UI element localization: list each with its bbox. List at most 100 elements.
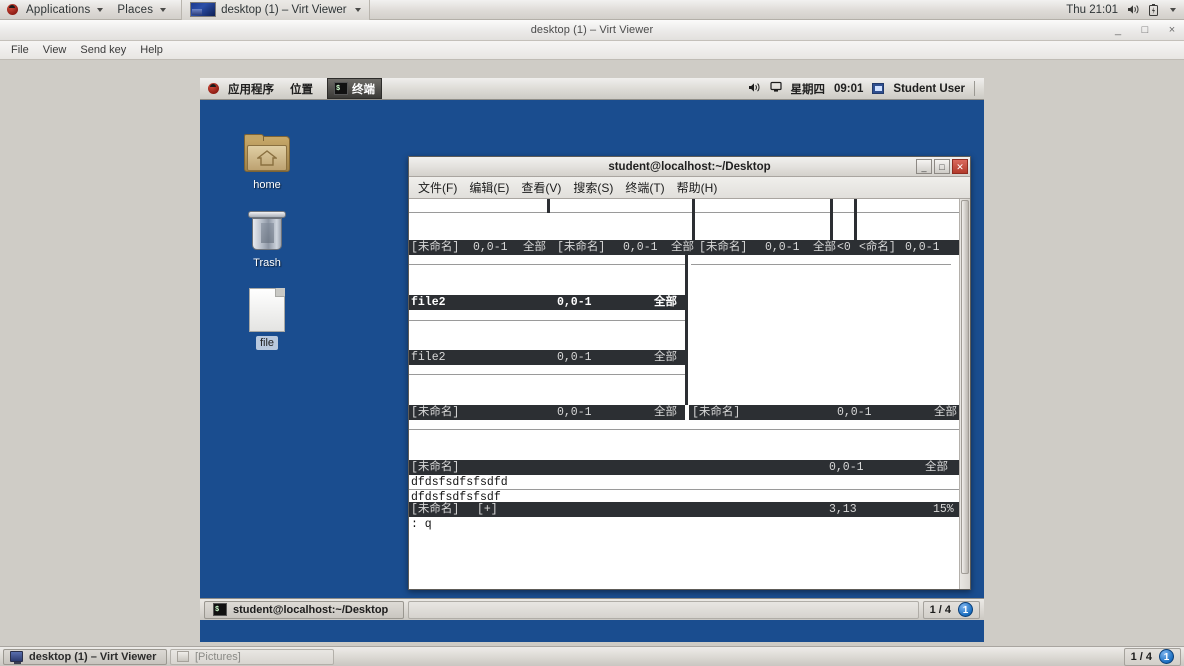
host-status-area: Thu 21:01: [1066, 3, 1184, 16]
vim-tilde-line: [409, 445, 959, 460]
home-folder-icon: [244, 134, 290, 174]
guest-taskbar-item-terminal[interactable]: $ student@localhost:~/Desktop: [204, 600, 404, 619]
menu-send-key[interactable]: Send key: [73, 41, 133, 60]
menu-view[interactable]: View: [36, 41, 74, 60]
vim-tilde-line: [409, 321, 685, 336]
desktop-icon-home[interactable]: home: [230, 134, 304, 192]
scrollbar-thumb[interactable]: [961, 200, 969, 575]
host-clock[interactable]: Thu 21:01: [1066, 4, 1118, 16]
vim-tilde-line: [691, 370, 951, 385]
vim-status-name: [未命名]: [699, 241, 748, 254]
minimize-button[interactable]: _: [916, 159, 932, 174]
vim-tilde-line: [691, 385, 951, 400]
vim-status-view: 全部: [654, 351, 677, 364]
guest-taskbar-empty-area: [408, 600, 919, 619]
host-taskbar-item-pictures[interactable]: [Pictures]: [170, 648, 334, 665]
volume-icon[interactable]: [1127, 4, 1140, 15]
close-button[interactable]: ✕: [952, 159, 968, 174]
terminal-menu-view[interactable]: 查看(V): [515, 177, 567, 199]
host-top-panel: Applications Places desktop (1) – Virt V…: [0, 0, 1184, 20]
desktop-icon-trash[interactable]: Trash: [230, 210, 304, 270]
battery-icon[interactable]: [1149, 3, 1158, 16]
terminal-menu-search[interactable]: 搜索(S): [567, 177, 619, 199]
terminal-menu-help[interactable]: 帮助(H): [671, 177, 724, 199]
desktop-icon-file-label: file: [255, 336, 279, 350]
maximize-button[interactable]: □: [934, 159, 950, 174]
vim-status-name: [未命名]: [692, 406, 741, 419]
guest-task-button-terminal[interactable]: $ 终端: [327, 78, 382, 99]
terminal-titlebar[interactable]: student@localhost:~/Desktop _ □ ✕: [409, 157, 970, 177]
fedora-logo-icon: [208, 83, 219, 94]
terminal-menu-file[interactable]: 文件(F): [412, 177, 463, 199]
guest-clock-time[interactable]: 09:01: [834, 83, 863, 95]
vim-statusline-lower-left: [未命名] 0,0-1 全部: [409, 405, 685, 420]
host-places-menu[interactable]: Places: [110, 0, 173, 20]
vim-tilde-line: [691, 325, 951, 340]
menu-help[interactable]: Help: [133, 41, 170, 60]
vim-status-position: 3,13: [829, 503, 857, 516]
vim-status-name: file2: [411, 351, 446, 364]
host-workspace-switcher[interactable]: 1 / 4 1: [1123, 647, 1181, 666]
vim-editor[interactable]: [未命名] 0,0-1 全部 [未命名] 0,0-1 全部 [未命名] 0,0-…: [409, 199, 959, 589]
vim-status-name: [未命名]: [411, 406, 460, 419]
house-glyph-icon: [257, 150, 277, 166]
menu-file[interactable]: File: [4, 41, 36, 60]
guest-top-panel: 应用程序 位置 $ 终端 星期四 09:01 Student User: [200, 78, 984, 100]
host-taskbar-item-virt-viewer[interactable]: desktop (1) – Virt Viewer: [3, 648, 167, 665]
guest-taskbar: $ student@localhost:~/Desktop 1 / 4 1: [200, 598, 984, 620]
vim-status-view: 全部: [934, 406, 957, 419]
terminal-menu-terminal[interactable]: 终端(T): [619, 177, 670, 199]
terminal-title: student@localhost:~/Desktop: [608, 160, 771, 173]
vim-status-position: 0,0-1: [905, 241, 940, 254]
minimize-button[interactable]: _: [1111, 20, 1125, 41]
guest-desktop-surface[interactable]: home Trash file student@localhost:~/Desk…: [200, 100, 984, 620]
volume-icon[interactable]: [748, 82, 761, 96]
guest-user-label[interactable]: Student User: [893, 83, 965, 95]
vim-status-position: 0,0-1: [557, 406, 592, 419]
picture-icon: [177, 651, 189, 662]
vim-status-view: 全部: [671, 241, 694, 254]
vim-window-text-buffer[interactable]: dfdsfsdfsfsdfd dfdsfsdfsfsdf: [409, 475, 959, 505]
guest-workspace-count: 1 / 4: [929, 603, 951, 616]
virt-viewer-titlebar[interactable]: desktop (1) – Virt Viewer _ □ ×: [0, 20, 1184, 41]
chevron-down-icon: [97, 7, 104, 12]
terminal-icon: $: [213, 603, 227, 616]
guest-places-menu[interactable]: 位置: [282, 81, 321, 97]
virt-viewer-title: desktop (1) – Virt Viewer: [530, 24, 654, 36]
monitor-icon: [10, 651, 23, 664]
guest-clock-day: 星期四: [790, 83, 826, 96]
terminal-scrollbar[interactable]: [959, 199, 970, 589]
vim-status-name: <命名]: [859, 241, 896, 254]
vim-window-right-tall: [691, 255, 951, 405]
chevron-down-icon[interactable]: [1170, 7, 1176, 12]
guest-task-button-label: 终端: [352, 83, 375, 96]
vim-command-line[interactable]: : q: [409, 517, 948, 533]
display-icon[interactable]: [769, 81, 782, 96]
guest-applications-menu[interactable]: 应用程序: [200, 81, 282, 97]
host-applications-menu[interactable]: Applications: [0, 0, 110, 20]
vim-tilde-line: [409, 336, 685, 351]
close-button[interactable]: ×: [1165, 20, 1179, 41]
vim-tilde-line: [691, 265, 951, 280]
maximize-button[interactable]: □: [1138, 20, 1152, 41]
chevron-down-icon: [160, 7, 167, 12]
vim-tilde-line: [409, 213, 959, 228]
terminal-menu-edit[interactable]: 编辑(E): [463, 177, 515, 199]
desktop-icon-home-label: home: [253, 179, 281, 191]
desktop-icon-file[interactable]: file: [230, 288, 304, 350]
host-workspace-count: 1 / 4: [1130, 650, 1152, 663]
terminal-icon: $: [334, 82, 348, 95]
vim-status-name: [未命名]: [411, 461, 460, 474]
host-window-menu-button[interactable]: desktop (1) – Virt Viewer: [181, 0, 370, 20]
vim-vertical-separator: [685, 255, 688, 405]
vim-status-view: 全部: [654, 406, 677, 419]
vim-status-name: [未命名]: [411, 503, 460, 516]
panel-separator: [974, 81, 975, 96]
terminal-window: student@localhost:~/Desktop _ □ ✕ 文件(F) …: [408, 156, 971, 590]
vim-buffer-line: dfdsfsdfsfsdfd: [409, 475, 959, 490]
guest-workspace-switcher[interactable]: 1 / 4 1: [922, 600, 980, 619]
user-icon: [872, 83, 885, 94]
guest-applications-label: 应用程序: [228, 83, 274, 96]
terminal-screen[interactable]: [未命名] 0,0-1 全部 [未命名] 0,0-1 全部 [未命名] 0,0-…: [409, 199, 970, 589]
vim-window-full-width: [409, 420, 959, 460]
